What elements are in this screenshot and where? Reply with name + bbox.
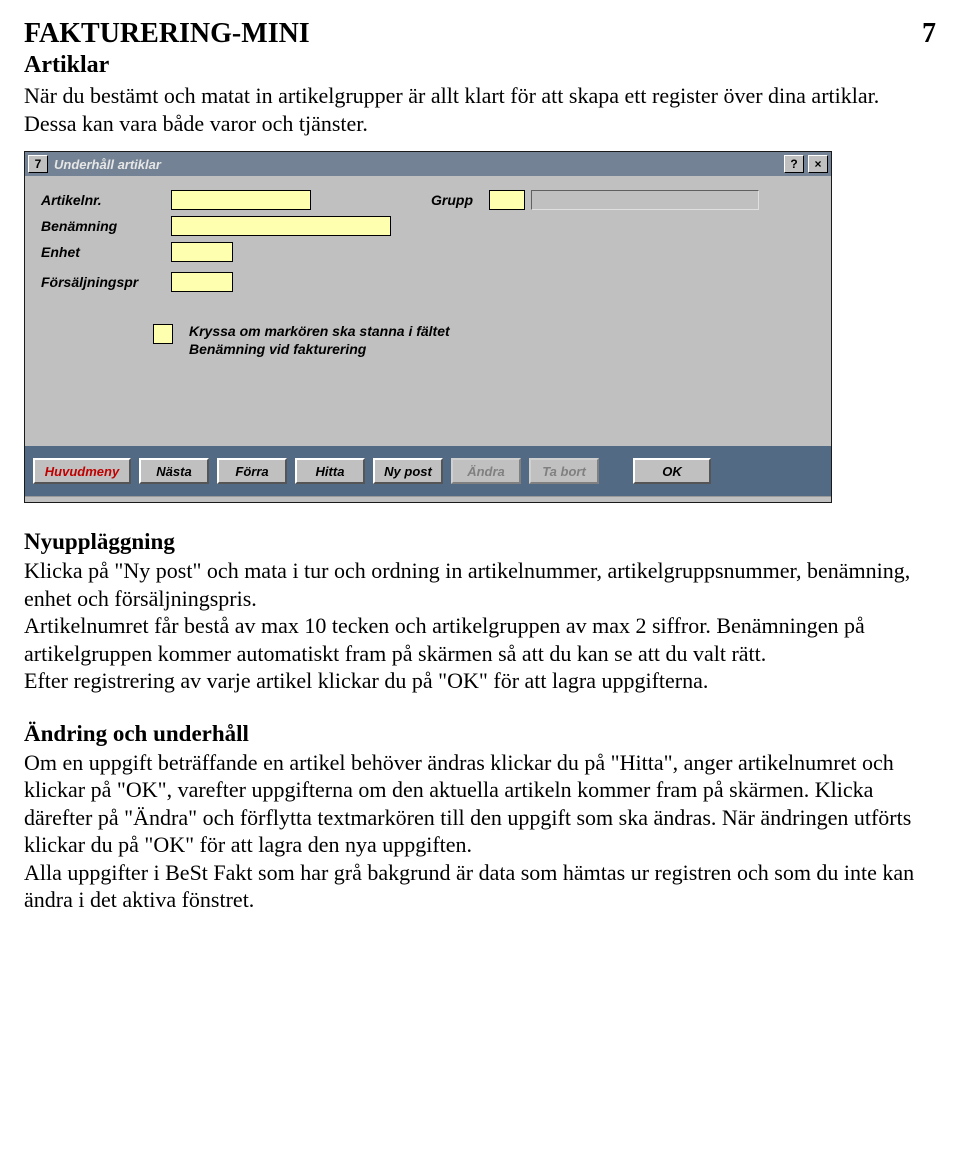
label-benamning: Benämning	[41, 218, 171, 234]
input-forsaljningspr[interactable]	[171, 272, 233, 292]
help-button[interactable]: ?	[784, 155, 804, 173]
ok-button[interactable]: OK	[633, 458, 711, 484]
nasta-button[interactable]: Nästa	[139, 458, 209, 484]
input-artikelnr[interactable]	[171, 190, 311, 210]
body-nyupplaggning: Klicka på "Ny post" och mata i tur och o…	[24, 557, 936, 695]
button-bar: Huvudmeny Nästa Förra Hitta Ny post Ändr…	[25, 446, 831, 496]
input-grupp[interactable]	[489, 190, 525, 210]
input-enhet[interactable]	[171, 242, 233, 262]
body-andring: Om en uppgift beträffande en artikel beh…	[24, 749, 936, 914]
page-number: 7	[922, 18, 936, 50]
titlebar: 7 Underhåll artiklar ? ×	[25, 152, 831, 176]
checkbox-stay-in-field[interactable]	[153, 324, 173, 344]
system-menu-icon[interactable]: 7	[28, 155, 48, 173]
window-title: Underhåll artiklar	[52, 157, 780, 172]
form-area: Artikelnr. Grupp Benämning Enhet Försälj…	[25, 176, 831, 446]
label-artikelnr: Artikelnr.	[41, 192, 171, 208]
checkbox-label-line2: Benämning vid fakturering	[189, 340, 450, 358]
forra-button[interactable]: Förra	[217, 458, 287, 484]
heading-andring: Ändring och underhåll	[24, 721, 936, 747]
label-enhet: Enhet	[41, 244, 171, 260]
dialog-underhall-artiklar: 7 Underhåll artiklar ? × Artikelnr. Grup…	[24, 151, 832, 503]
ny-post-button[interactable]: Ny post	[373, 458, 443, 484]
window-bottom-border	[25, 496, 831, 502]
section-title: Artiklar	[24, 52, 936, 79]
andra-button[interactable]: Ändra	[451, 458, 521, 484]
input-benamning[interactable]	[171, 216, 391, 236]
readonly-grupp-name	[531, 190, 759, 210]
huvudmeny-button[interactable]: Huvudmeny	[33, 458, 131, 484]
hitta-button[interactable]: Hitta	[295, 458, 365, 484]
page-title: FAKTURERING-MINI	[24, 18, 310, 50]
checkbox-label-line1: Kryssa om markören ska stanna i fältet	[189, 322, 450, 340]
intro-text: När du bestämt och matat in artikelgrupp…	[24, 82, 936, 137]
heading-nyupplaggning: Nyuppläggning	[24, 529, 936, 555]
checkbox-label: Kryssa om markören ska stanna i fältet B…	[189, 322, 450, 358]
label-grupp: Grupp	[431, 192, 473, 208]
close-button[interactable]: ×	[808, 155, 828, 173]
ta-bort-button[interactable]: Ta bort	[529, 458, 599, 484]
label-forsaljningspr: Försäljningspr	[41, 274, 171, 290]
